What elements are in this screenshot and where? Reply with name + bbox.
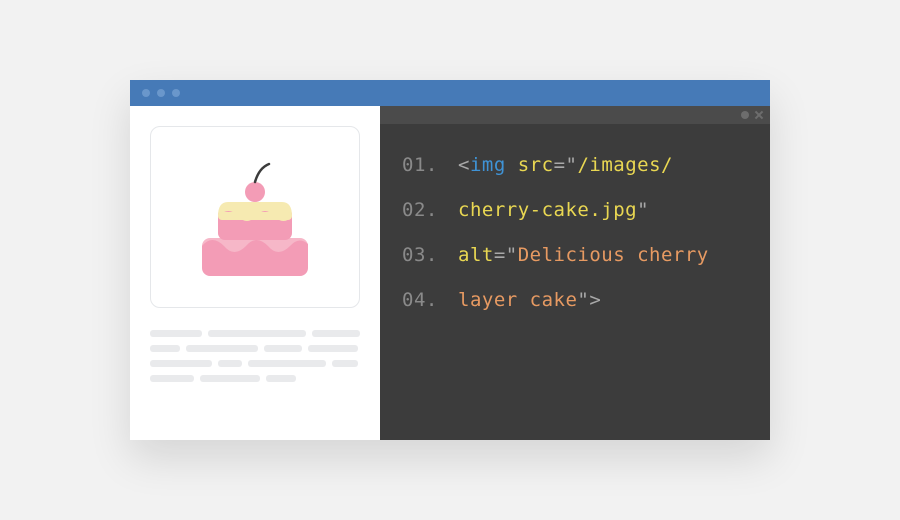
preview-text-placeholder [150,330,360,382]
code-token: > [589,291,601,310]
window-control-zoom-icon[interactable] [172,89,180,97]
code-editor-pane: 01. <img src="/images/ 02. cherry-cake.j… [380,106,770,440]
code-token: < [458,156,470,175]
code-token: alt [458,246,494,265]
code-token: /images/ [577,156,673,175]
line-number: 04. [402,291,458,310]
code-content: 01. <img src="/images/ 02. cherry-cake.j… [380,124,770,440]
editor-minimize-icon[interactable] [741,111,749,119]
code-token: img [470,156,506,175]
code-token: cherry-cake.jpg [458,201,637,220]
code-line: 03. alt="Delicious cherry [402,246,752,265]
code-token: layer cake [458,291,577,310]
code-line: 01. <img src="/images/ [402,156,752,175]
code-line: 04. layer cake"> [402,291,752,310]
code-token: " [637,201,649,220]
window-body: 01. <img src="/images/ 02. cherry-cake.j… [130,106,770,440]
code-token: Delicious cherry [518,246,709,265]
code-token: =" [494,246,518,265]
code-line: 02. cherry-cake.jpg" [402,201,752,220]
browser-titlebar [130,80,770,106]
window-control-close-icon[interactable] [142,89,150,97]
page-preview-pane [130,106,380,440]
code-token: " [577,291,589,310]
code-token: src [518,156,554,175]
code-token: =" [554,156,578,175]
code-token [506,156,518,175]
line-number: 02. [402,201,458,220]
editor-close-icon[interactable] [754,110,764,120]
window-control-minimize-icon[interactable] [157,89,165,97]
cake-icon [190,150,320,284]
editor-titlebar [380,106,770,124]
line-number: 01. [402,156,458,175]
browser-window: 01. <img src="/images/ 02. cherry-cake.j… [130,80,770,440]
preview-image-card [150,126,360,308]
line-number: 03. [402,246,458,265]
